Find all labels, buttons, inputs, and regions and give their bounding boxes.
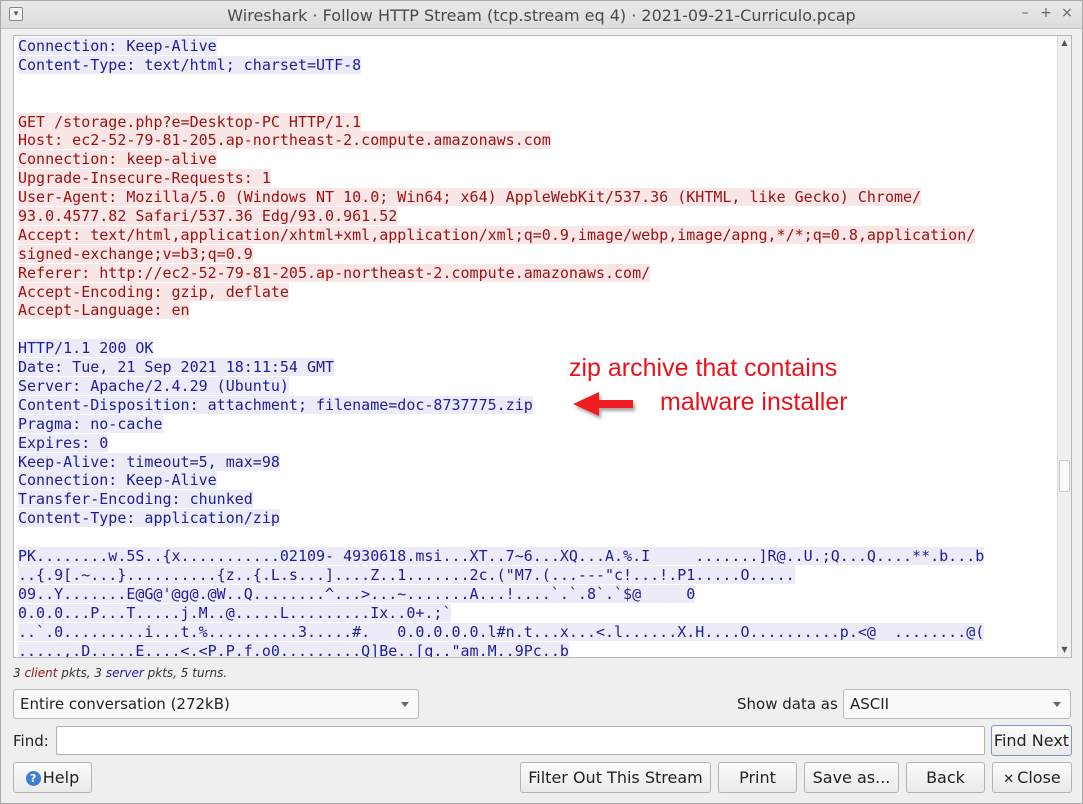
blank-stream-line: [18, 320, 1053, 339]
blank-stream-line: [18, 94, 1053, 113]
chevron-down-icon: [1053, 702, 1061, 707]
server-stream-line: Content-Type: text/html; charset=UTF-8: [18, 55, 362, 74]
stream-text-view[interactable]: Connection: Keep-Alive Content-Type: text…: [13, 35, 1072, 658]
conversation-select[interactable]: Entire conversation (272kB): [13, 689, 419, 719]
server-stream-line: Content-Disposition: attachment; filenam…: [18, 395, 533, 414]
server-stream-line: ..{.9[.~...}..........{z..{.L.s...]....Z…: [18, 565, 795, 584]
help-button[interactable]: ? Help: [13, 762, 92, 793]
scroll-thumb[interactable]: [1059, 460, 1070, 492]
print-button[interactable]: Print: [718, 762, 797, 793]
minimize-icon[interactable]: –: [1017, 5, 1033, 21]
server-stream-line: Server: Apache/2.4.29 (Ubuntu): [18, 377, 289, 396]
blank-stream-line: [18, 75, 1053, 94]
show-data-label: Show data as: [737, 695, 838, 713]
client-stream-line: Connection: keep-alive: [18, 150, 217, 169]
follow-stream-window: ▾ Wireshark · Follow HTTP Stream (tcp.st…: [0, 0, 1083, 804]
show-data-select[interactable]: ASCII: [843, 689, 1071, 719]
scroll-up-arrow-icon[interactable]: ▲: [1058, 36, 1071, 50]
client-stream-line: Accept-Encoding: gzip, deflate: [18, 282, 289, 301]
scroll-down-arrow-icon[interactable]: ▼: [1058, 643, 1071, 657]
client-stream-line: User-Agent: Mozilla/5.0 (Windows NT 10.0…: [18, 188, 922, 207]
server-stream-line: HTTP/1.1 200 OK: [18, 339, 154, 358]
client-stream-line: Referer: http://ec2-52-79-81-205.ap-nort…: [18, 263, 651, 282]
packet-summary: 3 client pkts, 3 server pkts, 5 turns.: [13, 666, 228, 680]
server-stream-line: Connection: Keep-Alive: [18, 37, 217, 55]
server-stream-line: PK........w.5S..{x...........02109- 4930…: [18, 547, 985, 566]
server-stream-line: Pragma: no-cache: [18, 414, 163, 433]
server-stream-line: Content-Type: application/zip: [18, 509, 280, 528]
client-stream-line: Upgrade-Insecure-Requests: 1: [18, 169, 271, 188]
close-button[interactable]: ✕ Close: [992, 762, 1072, 793]
stream-content: Connection: Keep-Alive Content-Type: text…: [18, 37, 1053, 658]
filter-out-stream-button[interactable]: Filter Out This Stream: [520, 762, 711, 793]
client-stream-line: Host: ec2-52-79-81-205.ap-northeast-2.co…: [18, 131, 551, 150]
close-window-icon[interactable]: ×: [1059, 5, 1075, 21]
back-button[interactable]: Back: [906, 762, 985, 793]
server-stream-line: Transfer-Encoding: chunked: [18, 490, 253, 509]
client-label: client: [24, 666, 58, 680]
server-stream-line: Date: Tue, 21 Sep 2021 18:11:54 GMT: [18, 358, 335, 377]
chevron-down-icon: [401, 702, 409, 707]
close-icon: ✕: [1003, 772, 1015, 787]
help-icon: ?: [25, 771, 41, 786]
client-stream-line: 93.0.4577.82 Safari/537.36 Edg/93.0.961.…: [18, 207, 398, 226]
server-stream-line: 0.0.0...P...T.....j.M..@.....L.........I…: [18, 603, 452, 622]
server-stream-line: Expires: 0: [18, 433, 109, 452]
window-title: Wireshark · Follow HTTP Stream (tcp.stre…: [227, 6, 856, 25]
client-stream-line: Accept: text/html,application/xhtml+xml,…: [18, 225, 976, 244]
server-stream-line: Connection: Keep-Alive: [18, 471, 217, 490]
annotation-arrow-icon: [573, 392, 633, 416]
maximize-icon[interactable]: +: [1038, 5, 1054, 21]
title-bar[interactable]: ▾ Wireshark · Follow HTTP Stream (tcp.st…: [1, 1, 1082, 29]
save-as-button[interactable]: Save as...: [804, 762, 899, 793]
vertical-scrollbar[interactable]: ▲ ▼: [1057, 36, 1071, 657]
annotation-line-1: zip archive that contains: [569, 354, 838, 382]
blank-stream-line: [18, 528, 1053, 547]
find-input[interactable]: [56, 726, 985, 755]
find-label: Find:: [13, 732, 49, 750]
client-stream-line: signed-exchange;v=b3;q=0.9: [18, 244, 253, 263]
find-next-button[interactable]: Find Next: [991, 725, 1072, 756]
server-label: server: [105, 666, 144, 680]
server-stream-line: ..`.0.........i...t.%..........3.....#. …: [18, 622, 985, 641]
server-stream-line: .....,.D.....E....<.<P.P.f.o0.........Q]…: [18, 641, 569, 658]
server-stream-line: Keep-Alive: timeout=5, max=98: [18, 452, 280, 471]
server-stream-line: 09..Y.......E@G@'@g@.@W..Q........^...>.…: [18, 584, 696, 603]
client-stream-line: Accept-Language: en: [18, 301, 190, 320]
client-stream-line: GET /storage.php?e=Desktop-PC HTTP/1.1: [18, 112, 362, 131]
